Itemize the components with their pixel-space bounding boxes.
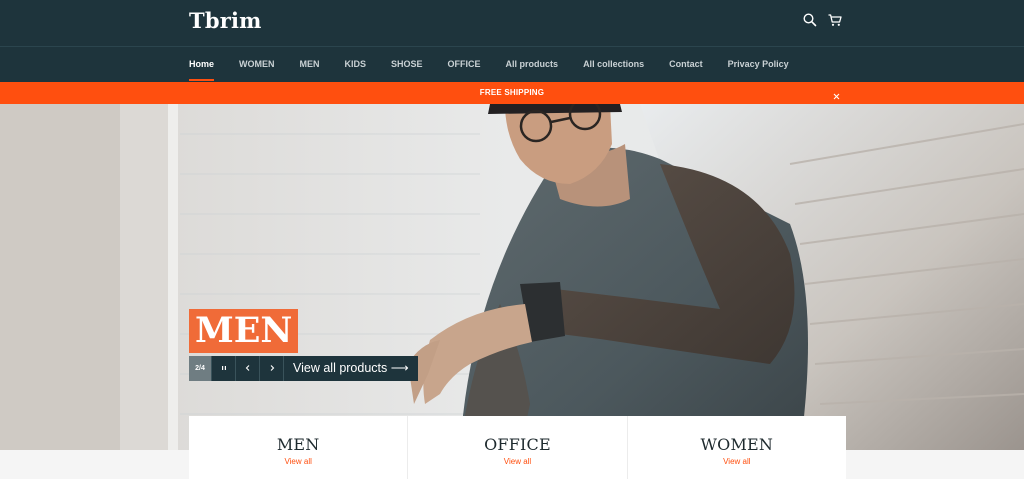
view-all-link[interactable]: View all [189, 457, 407, 466]
view-all-link[interactable]: View all [628, 457, 846, 466]
slide-counter: 2/4 [189, 356, 211, 381]
nav-item-contact[interactable]: Contact [669, 47, 703, 82]
nav-item-women[interactable]: WOMEN [239, 47, 275, 82]
chevron-right-icon [268, 363, 276, 374]
announcement-bar: FREE SHIPPING [0, 82, 1024, 104]
chevron-left-icon [244, 363, 252, 374]
hero-image [0, 104, 1024, 450]
view-all-products-button[interactable]: View all products ⟶ [283, 356, 418, 381]
collection-title: MEN [276, 435, 320, 454]
hero-slideshow: MEN 2/4 View all products ⟶ [0, 104, 1024, 450]
nav-item-all-products[interactable]: All products [506, 47, 559, 82]
nav-item-privacy-policy[interactable]: Privacy Policy [728, 47, 789, 82]
collection-card-men[interactable]: MEN View all [189, 416, 409, 479]
next-slide-button[interactable] [259, 356, 283, 381]
pause-icon [220, 363, 228, 374]
nav-item-all-collections[interactable]: All collections [583, 47, 644, 82]
nav-item-office[interactable]: OFFICE [448, 47, 481, 82]
nav-item-shose[interactable]: SHOSE [391, 47, 423, 82]
pause-button[interactable] [211, 356, 235, 381]
nav-item-kids[interactable]: KIDS [345, 47, 367, 82]
collection-card-women[interactable]: WOMEN View all [628, 416, 846, 479]
view-all-link[interactable]: View all [408, 457, 626, 466]
collection-title: WOMEN [700, 435, 774, 454]
announcement-text[interactable]: FREE SHIPPING [0, 82, 1024, 104]
close-icon[interactable] [832, 88, 841, 100]
main-nav: Home WOMEN MEN KIDS SHOSE OFFICE All pro… [189, 47, 814, 82]
previous-slide-button[interactable] [235, 356, 259, 381]
site-header: Tbrim Home WOMEN MEN KIDS SHOSE OFFICE A… [0, 0, 1024, 82]
cart-icon[interactable] [827, 12, 843, 28]
search-icon[interactable] [802, 12, 818, 28]
collection-title: OFFICE [484, 435, 551, 454]
site-logo[interactable]: Tbrim [189, 8, 262, 33]
collection-card-office[interactable]: OFFICE View all [408, 416, 628, 479]
nav-item-home[interactable]: Home [189, 47, 215, 82]
nav-item-men[interactable]: MEN [300, 47, 320, 82]
featured-collections: MEN View all OFFICE View all WOMEN View … [189, 416, 846, 479]
hero-title[interactable]: MEN [189, 309, 299, 353]
slideshow-controls: 2/4 View all products ⟶ [189, 356, 418, 381]
